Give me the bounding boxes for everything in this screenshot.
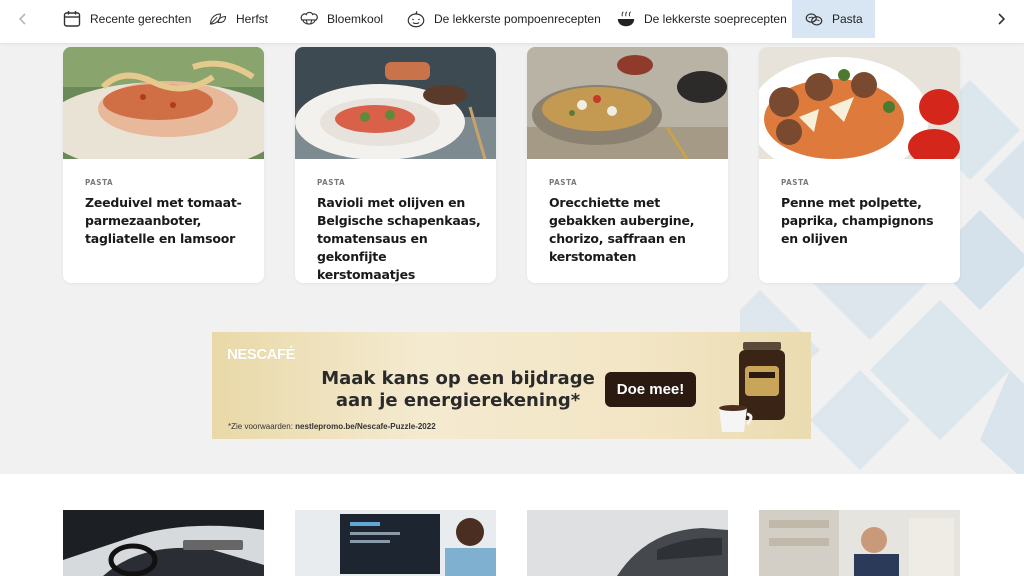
recipe-photo [295,47,496,159]
nav-item-bloemkool[interactable]: Bloemkool [299,0,383,38]
category-nav: Recente gerechten Herfst Bloemkool De le… [0,0,1024,43]
card-category: PASTA [781,178,810,187]
nav-item-label: Bloemkool [327,12,384,26]
card-category: PASTA [317,178,346,187]
card-title: Penne met polpette, paprika, champignons… [781,195,934,246]
nav-item-label: De lekkerste pompoenrecepten [434,12,601,26]
cauliflower-icon [300,11,318,25]
chevron-left-icon [18,13,26,25]
calendar-icon [63,11,81,27]
card-category: PASTA [85,178,114,187]
recipe-card[interactable]: PASTA Penne met polpette, paprika, champ… [759,47,960,283]
ad-brand-logo: NESCAFÉ [227,346,296,363]
nav-item-pasta[interactable]: Pasta [792,0,875,38]
scroll-left-button[interactable] [3,0,43,38]
card-title: Zeeduivel met tomaat-parmezaanboter, tag… [85,195,242,246]
ad-terms-prefix: *Zie voorwaarden: [228,422,293,431]
ad-terms: *Zie voorwaarden: nestlepromo.be/Nescafe… [228,422,436,431]
recipe-photo [527,47,728,159]
nav-item-pompoenrecepten[interactable]: De lekkerste pompoenrecepten [406,0,601,38]
ad-cta-button[interactable]: Doe mee! [605,372,696,407]
soup-bowl-icon [617,11,635,27]
article-thumbnail[interactable] [527,510,728,576]
recipe-card[interactable]: PASTA Orecchiette met gebakken aubergine… [527,47,728,283]
article-thumbnail[interactable] [759,510,960,576]
nav-item-recente-gerechten[interactable]: Recente gerechten [62,0,191,38]
recipe-photo [63,47,264,159]
chevron-right-icon [998,13,1006,25]
ad-headline: Maak kans op een bijdrage aan je energie… [321,368,595,411]
leaf-icon [209,13,227,25]
card-title: Orecchiette met gebakken aubergine, chor… [549,195,695,264]
nav-item-label: De lekkerste soeprecepten [644,12,787,26]
article-thumbnail[interactable] [295,510,496,576]
scroll-right-button[interactable] [981,0,1021,38]
pasta-icon [805,13,823,26]
ad-terms-link[interactable]: nestlepromo.be/Nescafe-Puzzle-2022 [295,422,436,431]
nav-item-label: Pasta [832,12,863,26]
nav-item-label: Recente gerechten [90,12,192,26]
nav-item-herfst[interactable]: Herfst [208,0,268,38]
coffee-jar-image [719,342,785,432]
nav-item-label: Herfst [236,12,269,26]
recipe-card[interactable]: PASTA Ravioli met olijven en Belgische s… [295,47,496,283]
recipe-photo [759,47,960,159]
recipe-card[interactable]: PASTA Zeeduivel met tomaat-parmezaanbote… [63,47,264,283]
card-title: Ravioli met olijven en Belgische schapen… [317,195,481,282]
nav-item-soeprecepten[interactable]: De lekkerste soeprecepten [616,0,787,38]
pumpkin-icon [407,11,425,28]
card-category: PASTA [549,178,578,187]
article-thumbnail[interactable] [63,510,264,576]
nescafe-ad-banner[interactable]: NESCAFÉ Maak kans op een bijdrage aan je… [212,332,811,439]
